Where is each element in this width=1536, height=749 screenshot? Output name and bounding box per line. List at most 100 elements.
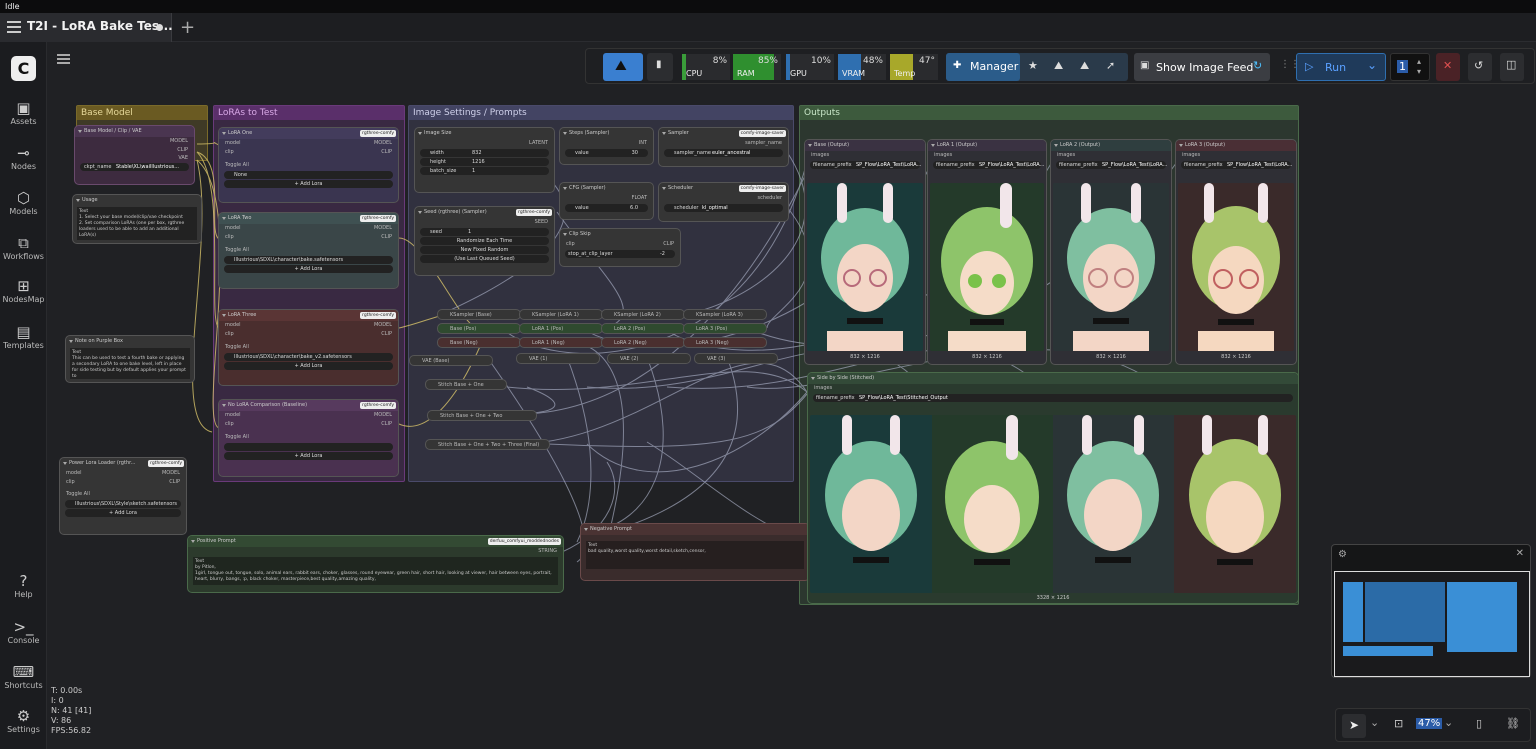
stitched-output-image[interactable]: [810, 415, 1296, 593]
minimap-settings-icon[interactable]: ⚙: [1338, 549, 1347, 560]
power-lora-select[interactable]: Illustrious\SDXL\Style\sketch.safetensor…: [65, 500, 181, 508]
filename-prefix-input[interactable]: filename_prefix SP_Flow\LoRA_Test\LoRA...: [1181, 161, 1292, 169]
reroute-vae-1[interactable]: VAE (1): [516, 353, 600, 364]
sidebar-item-help[interactable]: ? Help: [0, 572, 47, 599]
positive-prompt-node[interactable]: Positive Prompt derfuu_comfyui_moddednod…: [187, 535, 564, 593]
base-output-node[interactable]: Base (Output) images filename_prefix SP_F…: [804, 139, 926, 365]
ckpt-name-select[interactable]: ckpt_name Stable\XL\waiIllustrious...: [80, 163, 189, 171]
stitched-prefix-input[interactable]: filename_prefix SP_Flow\LoRA_Test\Stitche…: [813, 394, 1293, 402]
sidebar-item-console[interactable]: >_ Console: [0, 618, 47, 645]
new-tab-button[interactable]: +: [180, 17, 195, 38]
lora2-output-node[interactable]: LoRA 2 (Output) images filename_prefix SP…: [1050, 139, 1172, 365]
chevron-down-icon[interactable]: ⌄: [1370, 716, 1379, 729]
lora1-output-image[interactable]: [930, 183, 1044, 351]
base-output-image[interactable]: [807, 183, 923, 351]
reroute-ksampler-base[interactable]: KSampler (Base): [437, 309, 521, 320]
reroute-lora2-pos[interactable]: LoRA 2 (Pos): [601, 323, 685, 334]
lora-one-add-button[interactable]: + Add Lora: [224, 180, 393, 188]
lora-one-select[interactable]: None: [224, 171, 393, 179]
reroute-base-neg[interactable]: Base (Neg): [437, 337, 521, 348]
lora-three-select[interactable]: Illustrious\SDXL\character\bake_v2.safet…: [224, 353, 393, 361]
sidebar-item-workflows[interactable]: ⧉ Workflows: [0, 234, 47, 261]
height-input[interactable]: height 1216: [420, 158, 549, 166]
lora-two-select[interactable]: Illustrious\SDXL\character\bake.safetens…: [224, 256, 393, 264]
filename-prefix-input[interactable]: filename_prefix SP_Flow\LoRA_Test\LoRA...: [933, 161, 1044, 169]
note-purple-node[interactable]: Note on Purple Box Text This can be used …: [65, 335, 195, 383]
lora-two-node[interactable]: LoRA Two rgthree-comfy model MODEL clip CL…: [218, 212, 399, 289]
sampler-node[interactable]: Sampler comfy-image-saver sampler_name s…: [658, 127, 789, 167]
reroute-stitch-two[interactable]: Stitch Base + One + Two: [427, 410, 537, 421]
minimap-close-icon[interactable]: ✕: [1516, 548, 1524, 559]
batch-size-input[interactable]: batch_size 1: [420, 167, 549, 175]
reroute-ksampler-lora2[interactable]: KSampler (LoRA 2): [601, 309, 685, 320]
usage-note-node[interactable]: Usage Text 1. Select your base model/clip…: [72, 194, 202, 244]
no-lora-add-button[interactable]: + Add Lora: [224, 452, 393, 460]
sidebar-item-assets[interactable]: ▣ Assets: [0, 99, 47, 126]
no-lora-select[interactable]: [224, 443, 393, 451]
reroute-stitch-one[interactable]: Stitch Base + One: [425, 379, 507, 390]
usage-text[interactable]: Text 1. Select your base model/clip/vae c…: [77, 207, 197, 240]
sidebar-item-templates[interactable]: ▤ Templates: [0, 323, 47, 350]
minimap-toggle-icon[interactable]: ▯: [1476, 717, 1482, 730]
toggle-all-row[interactable]: Toggle All: [219, 246, 398, 255]
positive-text[interactable]: Text by Pitlon, 1girl, tongue out, tongue…: [193, 557, 558, 585]
toggle-all-row[interactable]: Toggle All: [219, 161, 398, 170]
filename-prefix-input[interactable]: filename_prefix SP_Flow\LoRA_Test\LoRA...: [810, 161, 921, 169]
menu-icon[interactable]: [7, 21, 21, 33]
lora-three-add-button[interactable]: + Add Lora: [224, 362, 393, 370]
scheduler-node[interactable]: Scheduler comfy-image-saver scheduler sc…: [658, 182, 789, 222]
negative-text[interactable]: Text bad quality,worst quality,worst deta…: [586, 541, 804, 569]
chevron-down-icon[interactable]: ⌄: [1444, 716, 1453, 729]
use-last-seed-button[interactable]: (Use Last Queued Seed): [420, 255, 549, 263]
minimap-panel[interactable]: ⚙ ✕: [1331, 544, 1531, 678]
lora-three-node[interactable]: LoRA Three rgthree-comfy model MODEL clip…: [218, 309, 399, 386]
clip-layer-input[interactable]: stop_at_clip_layer -2: [565, 250, 675, 258]
seed-input[interactable]: seed 1: [420, 228, 549, 236]
reroute-vae-3[interactable]: VAE (3): [694, 353, 778, 364]
lora2-output-image[interactable]: [1053, 183, 1169, 351]
sidebar-item-models[interactable]: ⬡ Models: [0, 189, 47, 216]
lora-two-add-button[interactable]: + Add Lora: [224, 265, 393, 273]
fit-view-icon[interactable]: ⊡: [1394, 717, 1403, 730]
power-lora-node[interactable]: Power Lora Loader (rgthr... rgthree-comf…: [59, 457, 187, 535]
stitched-output-node[interactable]: Side by Side (Stitched) images filename_…: [807, 372, 1299, 604]
seed-node[interactable]: Seed (rgthree) (Sampler) rgthree-comfy S…: [414, 206, 555, 276]
reroute-stitch-final[interactable]: Stitch Base + One + Two + Three (Final): [425, 439, 550, 450]
no-lora-node[interactable]: No LoRA Comparison (Baseline) rgthree-co…: [218, 399, 399, 477]
reroute-vae-2[interactable]: VAE (2): [607, 353, 691, 364]
lora3-output-image[interactable]: [1178, 183, 1294, 351]
lora-one-node[interactable]: LoRA One rgthree-comfy model MODEL clip CL…: [218, 127, 399, 203]
steps-input[interactable]: value 30: [565, 149, 648, 157]
negative-prompt-node[interactable]: Negative Prompt Text bad quality,worst qu…: [580, 523, 810, 581]
sampler-name-select[interactable]: sampler_name euler_ancestral: [664, 149, 783, 157]
toggle-all-row[interactable]: Toggle All: [219, 343, 398, 352]
reroute-lora3-neg[interactable]: LoRA 3 (Neg): [683, 337, 767, 348]
toggle-all-row[interactable]: Toggle All: [60, 490, 186, 499]
workflow-tab[interactable]: T2I - LoRA Bake Tes...: [0, 13, 173, 42]
zoom-level[interactable]: 47%: [1416, 718, 1443, 729]
link-visibility-icon[interactable]: ⛓: [1506, 717, 1520, 730]
reroute-lora3-pos[interactable]: LoRA 3 (Pos): [683, 323, 767, 334]
lora3-output-node[interactable]: LoRA 3 (Output) images filename_prefix SP…: [1175, 139, 1297, 365]
sidebar-item-nodesmap[interactable]: ⊞ NodesMap: [0, 277, 47, 304]
filename-prefix-input[interactable]: filename_prefix SP_Flow\LoRA_Test\LoRA...: [1056, 161, 1167, 169]
steps-node[interactable]: Steps (Sampler) INT value 30: [559, 127, 654, 165]
width-input[interactable]: width 832: [420, 149, 549, 157]
minimap-viewport[interactable]: [1334, 571, 1530, 677]
cfg-input[interactable]: value 6.0: [565, 204, 648, 212]
note-purple-text[interactable]: Text This can be used to test a fourth ba…: [70, 348, 190, 379]
reroute-ksampler-lora1[interactable]: KSampler (LoRA 1): [519, 309, 603, 320]
node-canvas[interactable]: ⛰ ▮ 8% CPU 85% RAM 10% GPU 48% VRAM 47° Temp …: [47, 42, 1536, 749]
cfg-node[interactable]: CFG (Sampler) FLOAT value 6.0: [559, 182, 654, 220]
reroute-ksampler-lora3[interactable]: KSampler (LoRA 3): [683, 309, 767, 320]
sidebar-item-shortcuts[interactable]: ⌨ Shortcuts: [0, 663, 47, 690]
reroute-lora1-pos[interactable]: LoRA 1 (Pos): [519, 323, 603, 334]
scheduler-select[interactable]: scheduler kl_optimal: [664, 204, 783, 212]
sidebar-item-nodes[interactable]: ⊸ Nodes: [0, 144, 47, 171]
reroute-base-pos[interactable]: Base (Pos): [437, 323, 521, 334]
toggle-all-row[interactable]: Toggle All: [219, 433, 398, 442]
randomize-button[interactable]: Randomize Each Time: [420, 237, 549, 245]
sidebar-item-settings[interactable]: ⚙ Settings: [0, 707, 47, 734]
lora1-output-node[interactable]: LoRA 1 (Output) images filename_prefix SP…: [927, 139, 1047, 365]
new-fixed-random-button[interactable]: New Fixed Random: [420, 246, 549, 254]
